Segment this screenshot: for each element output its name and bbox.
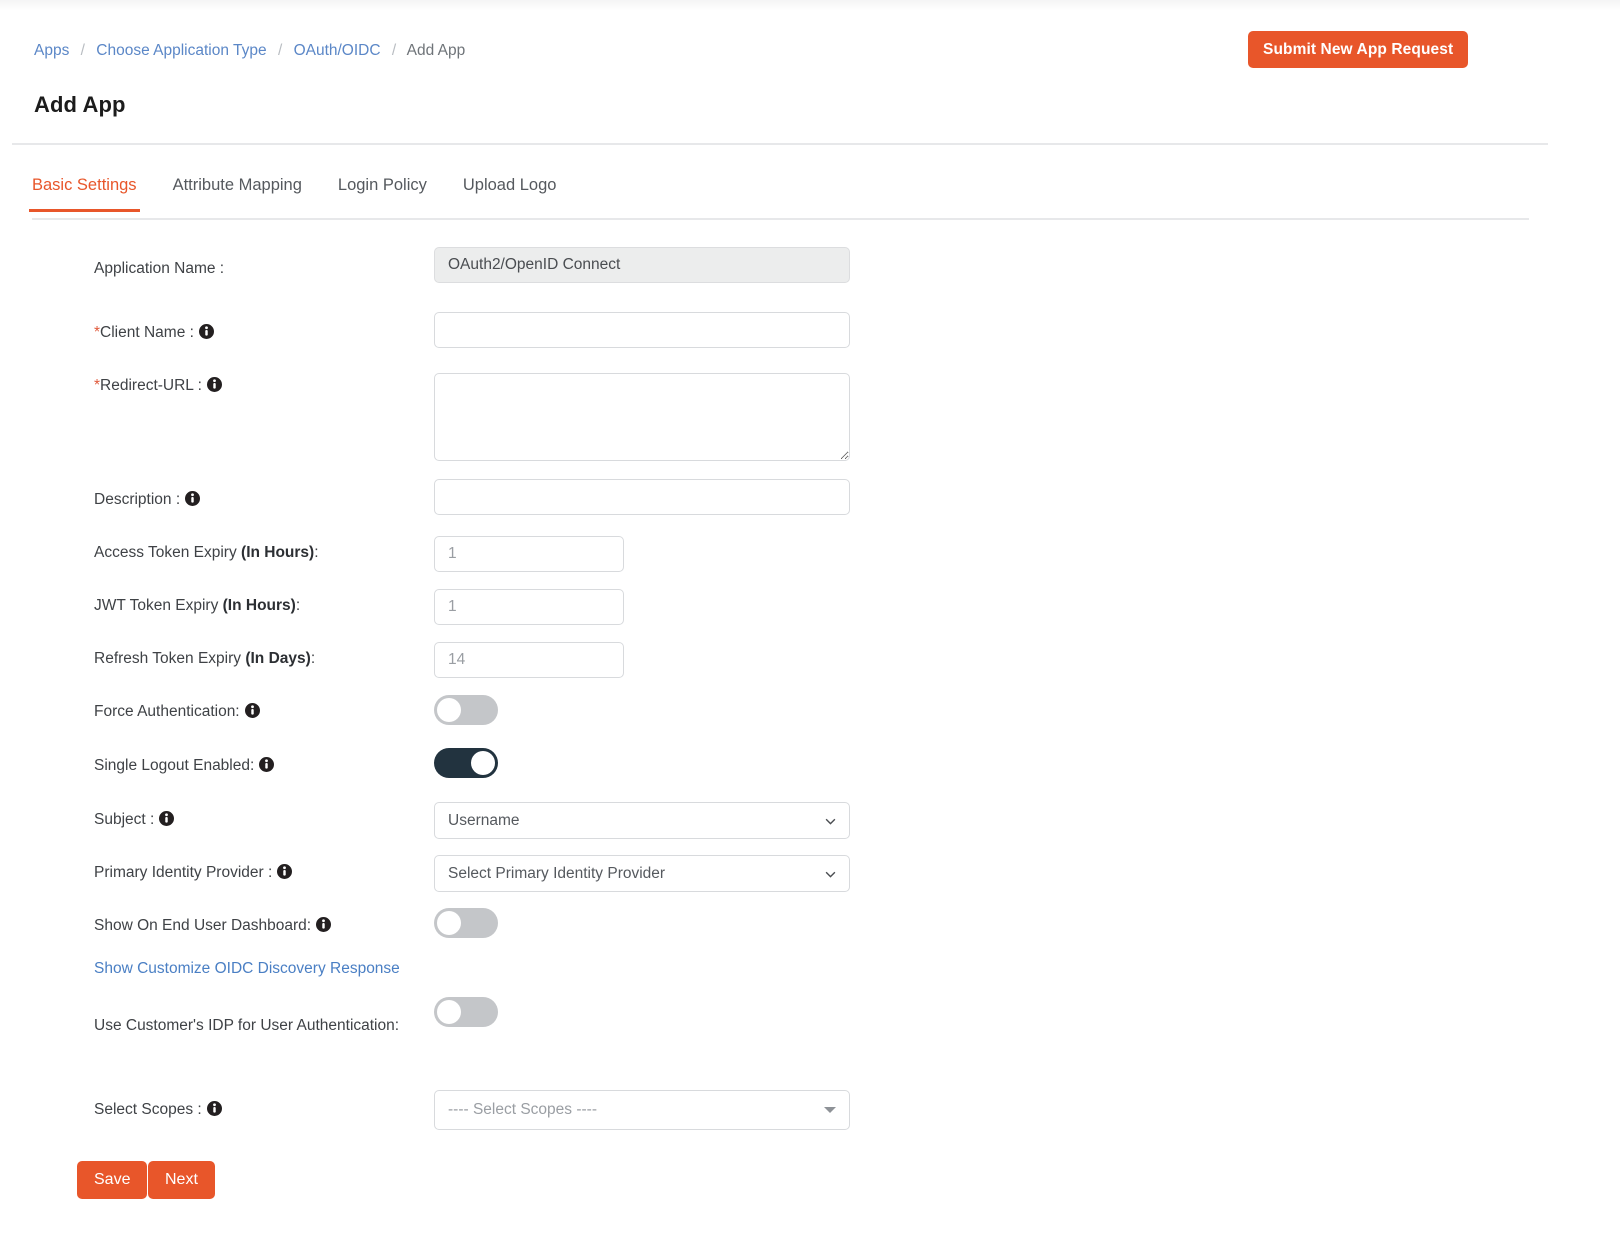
refresh-token-expiry-label-text: Refresh Token Expiry xyxy=(94,650,246,667)
single-logout-enabled-label-text: Single Logout Enabled: xyxy=(94,757,255,774)
refresh-token-expiry-unit: (In Days) xyxy=(245,650,311,667)
info-icon[interactable] xyxy=(206,377,222,392)
description-label-text: Description : xyxy=(94,491,181,508)
tab-upload-logo[interactable]: Upload Logo xyxy=(463,176,557,212)
breadcrumb: Apps / Choose Application Type / OAuth/O… xyxy=(34,41,465,61)
subject-label-text: Subject : xyxy=(94,811,155,828)
single-logout-enabled-control xyxy=(434,748,498,778)
force-authentication-label: Force Authentication: xyxy=(94,701,260,723)
redirect-url-textarea[interactable] xyxy=(434,373,850,461)
tab-login-policy[interactable]: Login Policy xyxy=(338,176,427,212)
client-name-control xyxy=(434,312,850,348)
info-icon[interactable] xyxy=(198,324,214,339)
redirect-url-control xyxy=(434,373,850,466)
single-logout-enabled-toggle[interactable] xyxy=(434,748,498,778)
breadcrumb-item-oauth-oidc[interactable]: OAuth/OIDC xyxy=(294,42,381,59)
subject-label: Subject : xyxy=(94,809,175,831)
refresh-token-expiry-label: Refresh Token Expiry (In Days): xyxy=(94,648,315,670)
access-token-expiry-input[interactable] xyxy=(434,536,624,572)
info-icon[interactable] xyxy=(185,491,201,506)
subject-control: Username xyxy=(434,802,850,839)
toggle-knob xyxy=(437,1000,461,1024)
select-scopes-placeholder: ---- Select Scopes ---- xyxy=(448,1101,597,1118)
primary-identity-provider-label-text: Primary Identity Provider : xyxy=(94,864,273,881)
use-customers-idp-toggle[interactable] xyxy=(434,997,498,1027)
subject-select[interactable]: Username xyxy=(434,802,850,839)
description-input[interactable] xyxy=(434,479,850,515)
breadcrumb-separator: / xyxy=(80,42,85,59)
force-authentication-control xyxy=(434,695,498,725)
select-scopes-label: Select Scopes : xyxy=(94,1099,222,1121)
select-scopes-label-text: Select Scopes : xyxy=(94,1101,202,1118)
client-name-label-text: Client Name : xyxy=(100,324,194,341)
description-label: Description : xyxy=(94,489,201,511)
show-on-end-user-dashboard-toggle[interactable] xyxy=(434,908,498,938)
top-strip xyxy=(0,0,1620,10)
breadcrumb-separator: / xyxy=(277,42,283,59)
header-divider xyxy=(12,143,1548,145)
info-icon[interactable] xyxy=(259,757,275,772)
refresh-token-expiry-colon: : xyxy=(310,650,316,667)
force-authentication-label-text: Force Authentication: xyxy=(94,703,240,720)
primary-identity-provider-select[interactable]: Select Primary Identity Provider xyxy=(434,855,850,892)
submit-new-app-request-button[interactable]: Submit New App Request xyxy=(1248,31,1469,68)
redirect-url-label: *Redirect-URL : xyxy=(94,375,222,397)
toggle-knob xyxy=(471,751,495,775)
show-on-end-user-dashboard-label: Show On End User Dashboard: xyxy=(94,915,332,937)
show-on-end-user-dashboard-control xyxy=(434,908,498,938)
primary-identity-provider-control: Select Primary Identity Provider xyxy=(434,855,850,892)
next-button[interactable]: Next xyxy=(148,1161,215,1199)
primary-identity-provider-label: Primary Identity Provider : xyxy=(94,862,293,884)
jwt-token-expiry-unit: (In Hours) xyxy=(222,597,296,614)
force-authentication-toggle[interactable] xyxy=(434,695,498,725)
use-customers-idp-control xyxy=(434,997,498,1027)
application-name-input xyxy=(434,247,850,283)
toggle-knob xyxy=(437,698,461,722)
breadcrumb-item-choose-application-type[interactable]: Choose Application Type xyxy=(96,42,266,59)
jwt-token-expiry-input[interactable] xyxy=(434,589,624,625)
refresh-token-expiry-control xyxy=(434,642,624,678)
page-title: Add App xyxy=(34,92,126,117)
show-customize-oidc-discovery-response-link[interactable]: Show Customize OIDC Discovery Response xyxy=(94,960,400,978)
tab-divider xyxy=(32,218,1529,220)
show-on-end-user-dashboard-label-text: Show On End User Dashboard: xyxy=(94,917,312,934)
jwt-token-expiry-label: JWT Token Expiry (In Hours): xyxy=(94,595,300,617)
single-logout-enabled-label: Single Logout Enabled: xyxy=(94,755,275,777)
jwt-token-expiry-label-text: JWT Token Expiry xyxy=(94,597,223,614)
tab-basic-settings[interactable]: Basic Settings xyxy=(29,176,140,212)
application-name-control xyxy=(434,247,850,283)
info-icon[interactable] xyxy=(159,811,175,826)
info-icon[interactable] xyxy=(316,917,332,932)
access-token-expiry-label-text: Access Token Expiry xyxy=(94,544,242,561)
access-token-expiry-control xyxy=(434,536,624,572)
breadcrumb-item-add-app: Add App xyxy=(406,42,466,59)
breadcrumb-item-apps[interactable]: Apps xyxy=(34,42,69,59)
description-control xyxy=(434,479,850,515)
access-token-expiry-label: Access Token Expiry (In Hours): xyxy=(94,542,319,564)
redirect-url-label-text: Redirect-URL : xyxy=(100,377,202,394)
toggle-knob xyxy=(437,911,461,935)
select-scopes-dropdown[interactable]: ---- Select Scopes ---- xyxy=(434,1090,850,1130)
client-name-input[interactable] xyxy=(434,312,850,348)
access-token-expiry-unit: (In Hours) xyxy=(241,544,315,561)
info-icon[interactable] xyxy=(206,1101,222,1116)
jwt-token-expiry-control xyxy=(434,589,624,625)
jwt-token-expiry-colon: : xyxy=(295,597,301,614)
select-scopes-control: ---- Select Scopes ---- xyxy=(434,1090,850,1130)
save-button[interactable]: Save xyxy=(77,1161,148,1199)
refresh-token-expiry-input[interactable] xyxy=(434,642,624,678)
info-icon[interactable] xyxy=(277,864,293,879)
client-name-label: *Client Name : xyxy=(94,322,214,344)
breadcrumb-separator: / xyxy=(391,42,397,59)
tab-attribute-mapping[interactable]: Attribute Mapping xyxy=(173,176,302,212)
tab-bar: Basic Settings Attribute Mapping Login P… xyxy=(29,176,592,212)
info-icon[interactable] xyxy=(244,703,260,718)
use-customers-idp-label: Use Customer's IDP for User Authenticati… xyxy=(94,1017,400,1034)
access-token-expiry-colon: : xyxy=(314,544,319,561)
application-name-label: Application Name : xyxy=(94,260,225,277)
caret-down-icon xyxy=(824,1107,836,1113)
